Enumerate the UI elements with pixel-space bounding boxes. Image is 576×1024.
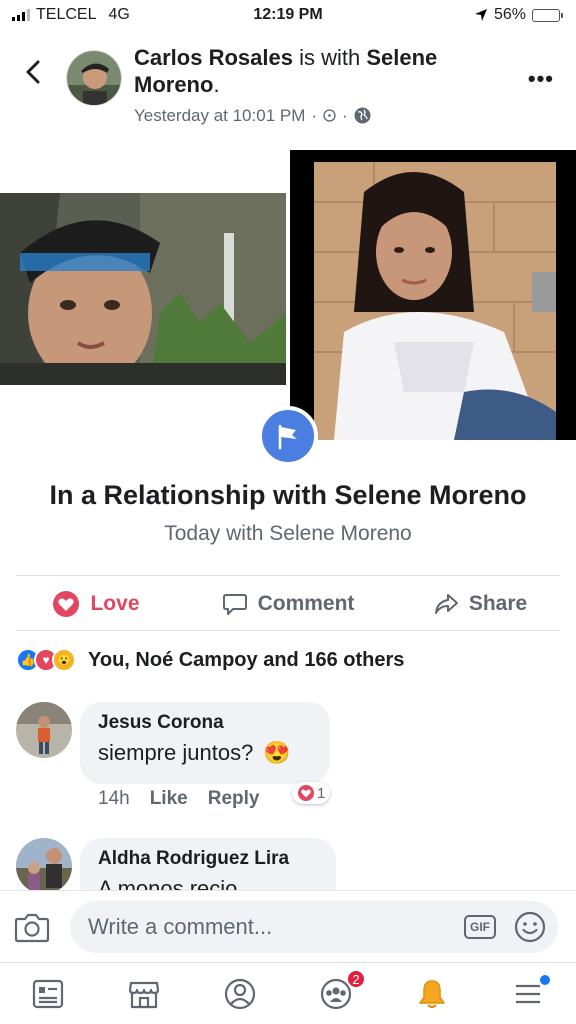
commenter-avatar[interactable] — [16, 838, 72, 890]
commenter-avatar[interactable] — [16, 702, 72, 758]
divider — [16, 630, 560, 631]
comment-bubble[interactable]: Aldha Rodriguez Lira A monos recio — [80, 838, 336, 890]
tab-groups[interactable]: 2 — [288, 963, 384, 1024]
tab-profile[interactable] — [192, 963, 288, 1024]
post-timestamp[interactable]: Yesterday at 10:01 PM — [134, 102, 305, 129]
gif-button[interactable]: GIF — [464, 915, 496, 939]
with-text: is with — [299, 45, 361, 70]
more-dots-icon[interactable]: ••• — [528, 66, 554, 92]
share-button[interactable]: Share — [384, 580, 576, 628]
comment-meta: 14h Like Reply — [98, 788, 259, 810]
life-event-subtitle: Today with Selene Moreno — [164, 522, 412, 545]
comment-label: Comment — [257, 592, 355, 615]
tab-marketplace[interactable] — [96, 963, 192, 1024]
comment-time: 14h — [98, 788, 130, 809]
profile-icon — [224, 978, 256, 1009]
menu-notification-dot — [540, 975, 550, 985]
photo-carlos[interactable] — [0, 193, 286, 385]
relationship-photos — [0, 150, 576, 440]
commenter-name[interactable]: Jesus Corona — [98, 712, 312, 734]
bell-icon — [419, 979, 445, 1008]
post-header-text: Carlos Rosales is with Selene Moreno. Ye… — [134, 44, 494, 129]
author-name[interactable]: Carlos Rosales — [134, 45, 293, 70]
tab-news-feed[interactable] — [0, 963, 96, 1024]
love-button[interactable]: Love — [0, 580, 192, 628]
commenter-name[interactable]: Aldha Rodriguez Lira — [98, 848, 318, 870]
reactions-summary[interactable]: 👍 ♥ 😮 You, Noé Campoy and 166 others — [16, 648, 404, 672]
divider — [16, 575, 560, 576]
location-icon — [474, 9, 487, 21]
emoji-icon[interactable] — [514, 911, 546, 943]
heart-icon — [298, 785, 314, 801]
post-header: Carlos Rosales is with Selene Moreno. Ye… — [0, 40, 576, 140]
comment-button[interactable]: Comment — [192, 580, 384, 628]
comment-text: siempre juntos? — [98, 740, 254, 765]
tab-menu[interactable] — [480, 963, 576, 1024]
period: . — [213, 72, 220, 97]
comment-reaction-badge[interactable]: 1 — [292, 782, 331, 804]
battery-icon — [532, 8, 563, 22]
meta-separator: · — [342, 106, 348, 125]
like-link[interactable]: Like — [150, 788, 188, 810]
battery-percent: 56% — [493, 6, 526, 23]
reply-link[interactable]: Reply — [208, 788, 260, 810]
wow-icon: 😮 — [52, 648, 76, 672]
comment-text: A monos recio — [98, 876, 238, 890]
reactions-text: You, Noé Campoy and 166 others — [88, 648, 405, 671]
photo-selene[interactable] — [290, 150, 576, 440]
share-icon — [434, 594, 458, 614]
heart-icon — [53, 591, 80, 617]
news-feed-icon — [32, 979, 64, 1008]
author-avatar[interactable] — [66, 50, 122, 106]
life-event-title: In a Relationship with Selene Moreno — [49, 480, 527, 510]
marketplace-icon — [128, 981, 160, 1008]
back-arrow-icon[interactable] — [20, 58, 48, 86]
status-right: 56% — [474, 6, 563, 24]
groups-badge: 2 — [346, 969, 366, 989]
comment-icon — [222, 594, 247, 615]
comment-item: Jesus Corona siempre juntos? 😍 14h Like … — [16, 702, 560, 822]
heart-eyes-emoji: 😍 — [263, 740, 291, 765]
comment-item: Aldha Rodriguez Lira A monos recio — [16, 838, 560, 890]
comment-bubble[interactable]: Jesus Corona siempre juntos? 😍 — [80, 702, 330, 784]
bottom-tab-bar: 2 — [0, 962, 576, 1024]
comment-composer: GIF — [0, 890, 576, 962]
clock-icon — [323, 109, 336, 122]
camera-icon[interactable] — [14, 911, 50, 943]
tab-notifications[interactable] — [384, 963, 480, 1024]
globe-icon — [354, 107, 371, 124]
comment-reaction-count: 1 — [317, 784, 326, 802]
status-bar: TELCEL 4G 12:19 PM 56% — [0, 0, 576, 32]
love-label: Love — [90, 592, 140, 615]
comment-text-row: siempre juntos? 😍 — [98, 740, 312, 766]
flag-icon — [258, 406, 318, 466]
post-meta: Yesterday at 10:01 PM · · — [134, 102, 494, 129]
share-label: Share — [468, 592, 528, 615]
reaction-icons: 👍 ♥ 😮 — [16, 648, 76, 672]
meta-separator: · — [311, 106, 318, 125]
post-actions: Love Comment Share — [0, 580, 576, 628]
